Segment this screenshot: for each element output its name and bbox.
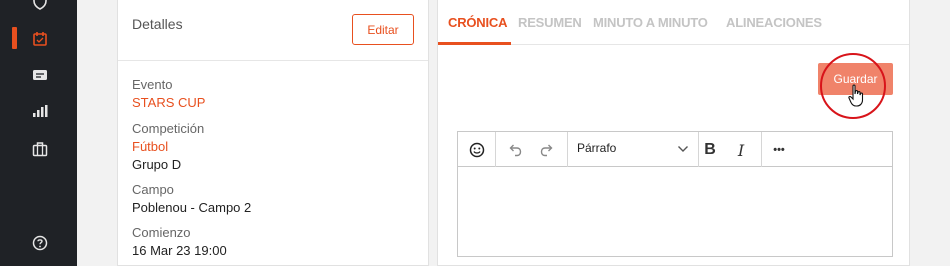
event-link[interactable]: STARS CUP [132, 95, 205, 110]
field-label: Campo [132, 182, 174, 197]
toolbar-divider [495, 132, 496, 167]
stats-icon[interactable] [31, 102, 49, 120]
competition-link[interactable]: Fútbol [132, 139, 168, 154]
chevron-down-icon [677, 143, 689, 157]
rich-text-editor: Párrafo B I ••• [457, 131, 893, 257]
edit-button[interactable]: Editar [352, 14, 414, 45]
tab-cronica[interactable]: CRÓNICA [448, 15, 507, 30]
hand-cursor-icon [848, 84, 866, 113]
format-select[interactable]: Párrafo [577, 141, 689, 159]
more-options-button[interactable]: ••• [768, 139, 790, 161]
start-label: Comienzo [132, 225, 191, 240]
toolbar-divider [567, 132, 568, 167]
help-icon[interactable] [31, 234, 49, 252]
redo-icon[interactable] [536, 139, 558, 161]
competition-label: Competición [132, 121, 205, 136]
toolbar-divider [761, 132, 762, 167]
bold-button[interactable]: B [699, 139, 721, 161]
details-header: Detalles Editar [118, 0, 428, 61]
details-panel: Detalles Editar Evento STARS CUP Competi… [117, 0, 429, 266]
start-value: 16 Mar 23 19:00 [132, 243, 227, 258]
main-panel: CRÓNICA RESUMEN MINUTO A MINUTO ALINEACI… [437, 0, 910, 266]
editor-content-area[interactable] [458, 168, 892, 256]
sidebar-active-indicator [12, 27, 17, 49]
active-tab-indicator [438, 42, 511, 45]
shield-icon[interactable] [31, 0, 49, 10]
undo-icon[interactable] [504, 139, 526, 161]
event-label: Evento [132, 77, 173, 92]
sidebar [0, 0, 77, 266]
briefcase-icon[interactable] [31, 140, 49, 158]
ticket-icon[interactable] [31, 66, 49, 84]
emoji-icon[interactable] [466, 139, 488, 161]
field-value: Poblenou - Campo 2 [132, 200, 252, 215]
tab-alineaciones[interactable]: ALINEACIONES [726, 15, 822, 30]
tab-resumen[interactable]: RESUMEN [518, 15, 582, 30]
details-title: Detalles [132, 16, 183, 32]
tab-minuto-a-minuto[interactable]: MINUTO A MINUTO [593, 15, 708, 30]
italic-button[interactable]: I [730, 139, 752, 161]
editor-toolbar: Párrafo B I ••• [458, 132, 892, 167]
format-select-value: Párrafo [577, 141, 617, 155]
calendar-icon[interactable] [31, 30, 49, 48]
group-value: Grupo D [132, 157, 182, 172]
tab-bar: CRÓNICA RESUMEN MINUTO A MINUTO ALINEACI… [438, 0, 909, 45]
